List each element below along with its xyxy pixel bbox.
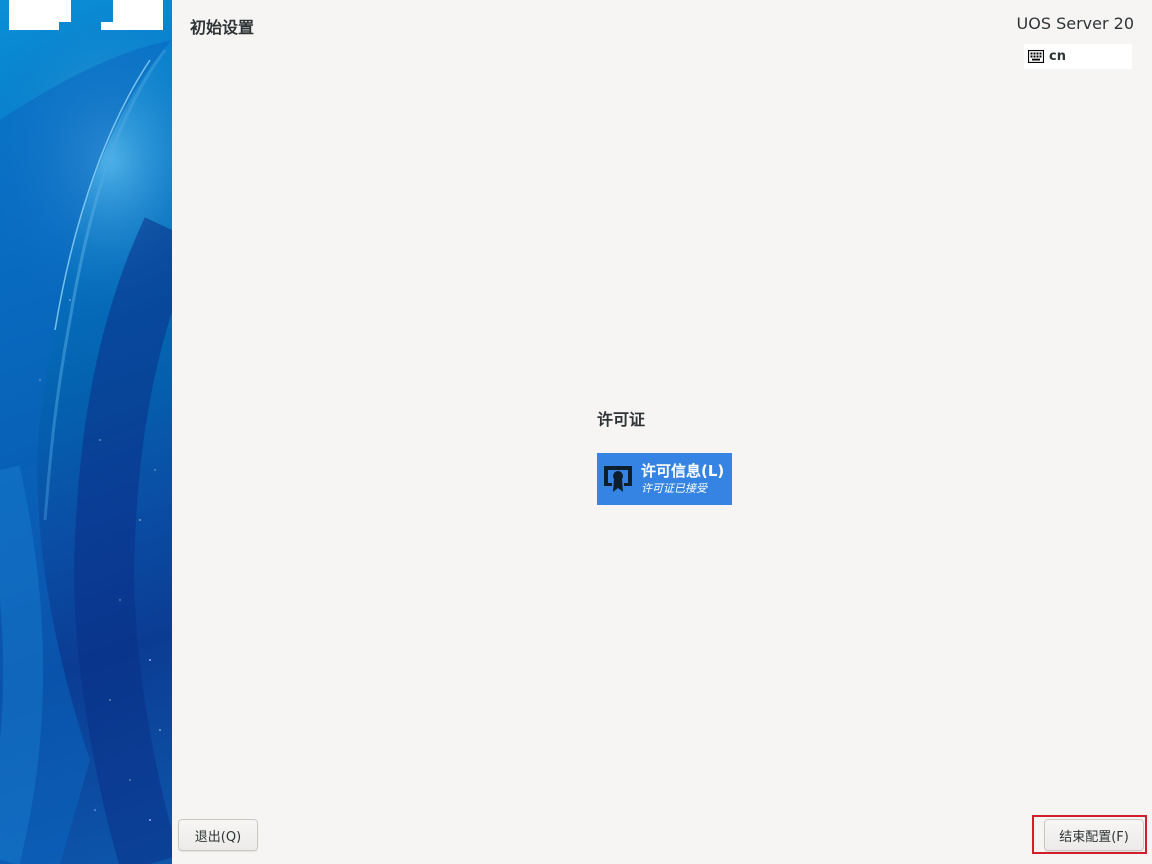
license-section-heading: 许可证	[597, 410, 646, 429]
license-information-spoke[interactable]: 许可信息(L) 许可证已接受	[597, 453, 732, 505]
sidebar-artwork	[0, 0, 172, 864]
license-certificate-icon	[601, 462, 635, 496]
initial-setup-window: 初始设置 UOS Server 20 cn 许可证 许可信息(L) 许可证已接受…	[0, 0, 1152, 864]
page-title: 初始设置	[190, 18, 255, 37]
keyboard-layout-indicator[interactable]: cn	[1024, 44, 1132, 69]
finish-configuration-button[interactable]: 结束配置(F)	[1044, 819, 1144, 851]
keyboard-layout-label: cn	[1049, 49, 1066, 64]
sidebar-banner	[0, 0, 172, 864]
license-spoke-status: 许可证已接受	[641, 482, 707, 495]
keyboard-icon	[1028, 50, 1044, 63]
product-name: UOS Server 20	[1016, 14, 1134, 33]
logo-shape-right	[101, 0, 163, 30]
quit-button[interactable]: 退出(Q)	[178, 819, 258, 851]
finish-button-highlight: 结束配置(F)	[1032, 815, 1147, 854]
license-spoke-title: 许可信息(L)	[641, 462, 725, 480]
main-panel: 初始设置 UOS Server 20 cn 许可证 许可信息(L) 许可证已接受…	[172, 0, 1152, 864]
logo-shape-left	[9, 0, 71, 30]
